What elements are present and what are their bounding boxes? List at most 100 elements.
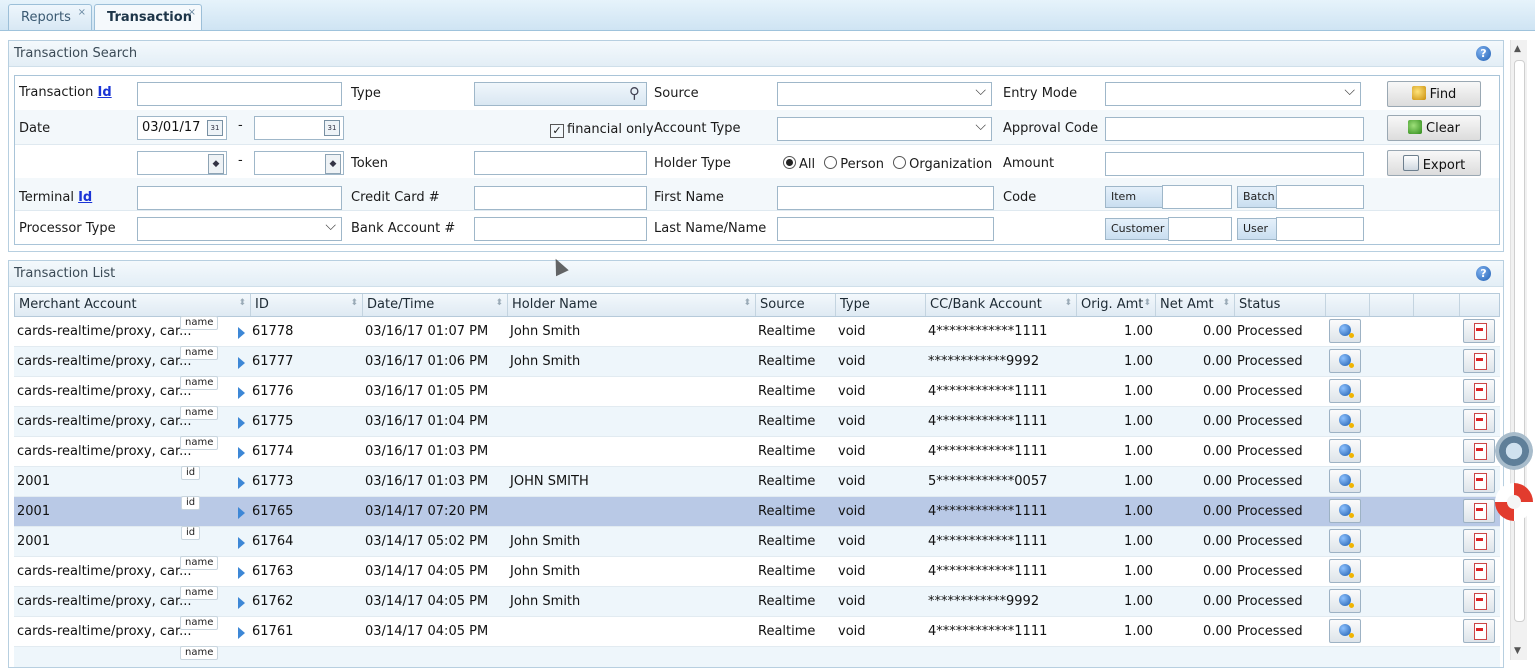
expand-row-icon[interactable]: [238, 567, 245, 579]
expand-row-icon[interactable]: [238, 417, 245, 429]
id-cell[interactable]: 61774: [252, 444, 293, 459]
expand-row-icon[interactable]: [238, 477, 245, 489]
tab-reports[interactable]: Reports ×: [8, 4, 92, 30]
table-row[interactable]: cards-realtime/proxy, car... 61763 03/14/1…: [14, 556, 1500, 587]
pdf-receipt-button[interactable]: [1463, 469, 1495, 493]
approval-code-input[interactable]: [1105, 117, 1364, 141]
source-select[interactable]: [777, 82, 992, 106]
account-type-select[interactable]: [777, 117, 992, 141]
holder-person-radio[interactable]: Person: [824, 156, 884, 172]
terminal-id-link[interactable]: Id: [78, 190, 92, 205]
holder-org-radio[interactable]: Organization: [893, 156, 992, 172]
table-row[interactable]: cards-realtime/proxy, car... 61777 03/16/1…: [14, 346, 1500, 377]
view-details-button[interactable]: [1329, 559, 1361, 583]
table-row[interactable]: 2001 61764 03/14/17 05:02 PM John Smith Real…: [14, 526, 1500, 557]
date-from-input[interactable]: 03/01/17 31: [137, 116, 227, 140]
table-row[interactable]: cards-realtime/proxy, car... 61762 03/14/1…: [14, 586, 1500, 617]
batch-button[interactable]: Batch: [1237, 186, 1277, 208]
expand-row-icon[interactable]: [238, 597, 245, 609]
first-name-input[interactable]: [777, 186, 994, 210]
col-net-amt[interactable]: Net Amt ⬍: [1156, 294, 1235, 316]
expand-row-icon[interactable]: [238, 537, 245, 549]
terminal-id-input[interactable]: [137, 186, 342, 210]
scroll-up-icon[interactable]: ▲: [1514, 44, 1521, 54]
col-holder-name[interactable]: Holder Name ⬍: [508, 294, 756, 316]
bank-account-input[interactable]: [474, 217, 647, 241]
export-button[interactable]: Export: [1387, 150, 1481, 176]
time-from-input[interactable]: ◆: [137, 151, 227, 175]
calendar-icon[interactable]: 31: [207, 120, 223, 136]
table-row[interactable]: 2001 61773 03/16/17 01:03 PM JOHN SMITH Real…: [14, 466, 1500, 497]
table-row[interactable]: cards-realtime/proxy, car... 61775 03/16/1…: [14, 406, 1500, 437]
id-cell[interactable]: 61761: [252, 624, 293, 639]
col-merchant-account[interactable]: Merchant Account ⬍: [15, 294, 251, 316]
view-details-button[interactable]: [1329, 499, 1361, 523]
id-cell[interactable]: 61776: [252, 384, 293, 399]
col-source[interactable]: Source: [756, 294, 836, 316]
view-details-button[interactable]: [1329, 439, 1361, 463]
entry-mode-select[interactable]: [1105, 82, 1361, 106]
col-account[interactable]: CC/Bank Account ⬍: [926, 294, 1077, 316]
item-input[interactable]: [1162, 185, 1232, 209]
type-picker[interactable]: ⚲: [474, 82, 647, 106]
spinner-icon[interactable]: ◆: [208, 154, 224, 174]
pdf-receipt-button[interactable]: [1463, 499, 1495, 523]
scrollbar-thumb[interactable]: [1514, 60, 1525, 622]
token-input[interactable]: [474, 151, 647, 175]
col-datetime[interactable]: Date/Time ⬍: [363, 294, 508, 316]
time-to-input[interactable]: ◆: [254, 151, 344, 175]
col-orig-amt[interactable]: Orig. Amt ⬍: [1077, 294, 1156, 316]
pdf-receipt-button[interactable]: [1463, 319, 1495, 343]
help-icon[interactable]: ?: [1476, 46, 1491, 61]
table-row[interactable]: 2001 61765 03/14/17 07:20 PM Realtime void 4*…: [14, 496, 1500, 527]
id-cell[interactable]: 61762: [252, 594, 293, 609]
user-button[interactable]: User: [1237, 218, 1277, 240]
calendar-icon[interactable]: 31: [324, 120, 340, 136]
customer-input[interactable]: [1168, 217, 1232, 241]
col-id[interactable]: ID ⬍: [251, 294, 363, 316]
id-cell[interactable]: 61775: [252, 414, 293, 429]
clear-button[interactable]: Clear: [1387, 115, 1481, 141]
transaction-id-link[interactable]: Id: [98, 85, 112, 100]
col-status[interactable]: Status: [1235, 294, 1326, 316]
expand-row-icon[interactable]: [238, 507, 245, 519]
pdf-receipt-button[interactable]: [1463, 379, 1495, 403]
search-icon[interactable]: ⚲: [629, 84, 640, 102]
pdf-receipt-button[interactable]: [1463, 559, 1495, 583]
pdf-receipt-button[interactable]: [1463, 619, 1495, 643]
tab-transaction-close-icon[interactable]: ×: [188, 7, 196, 18]
amount-input[interactable]: [1105, 152, 1364, 176]
view-details-button[interactable]: [1329, 349, 1361, 373]
view-details-button[interactable]: [1329, 619, 1361, 643]
view-details-button[interactable]: [1329, 469, 1361, 493]
table-row[interactable]: cards-realtime/proxy, car... 61778 03/16/1…: [14, 316, 1500, 347]
financial-only-checkbox[interactable]: ✓ financial only: [550, 122, 654, 138]
table-row[interactable]: cards-realtime/proxy, car... 61761 03/14/1…: [14, 616, 1500, 647]
holder-all-radio[interactable]: All: [783, 156, 815, 172]
pdf-receipt-button[interactable]: [1463, 439, 1495, 463]
help-icon[interactable]: ?: [1476, 266, 1491, 281]
help-lifebuoy-icon[interactable]: [1495, 483, 1533, 521]
user-input[interactable]: [1276, 217, 1364, 241]
id-cell[interactable]: 61765: [252, 504, 293, 519]
id-cell[interactable]: 61773: [252, 474, 293, 489]
expand-row-icon[interactable]: [238, 357, 245, 369]
table-row[interactable]: cards-realtime/proxy, car... 61774 03/16/1…: [14, 436, 1500, 467]
view-details-button[interactable]: [1329, 379, 1361, 403]
customer-button[interactable]: Customer: [1105, 218, 1169, 240]
expand-row-icon[interactable]: [238, 447, 245, 459]
scroll-down-icon[interactable]: ▼: [1514, 646, 1521, 656]
date-to-input[interactable]: 31: [254, 116, 344, 140]
tab-transaction[interactable]: Transaction ×: [94, 4, 202, 30]
credit-card-input[interactable]: [474, 186, 647, 210]
pdf-receipt-button[interactable]: [1463, 409, 1495, 433]
pdf-receipt-button[interactable]: [1463, 589, 1495, 613]
transaction-id-input[interactable]: [137, 82, 342, 106]
table-row[interactable]: name: [14, 646, 1500, 667]
view-details-button[interactable]: [1329, 589, 1361, 613]
page-scrollbar[interactable]: ▲ ▼: [1510, 40, 1527, 660]
view-details-button[interactable]: [1329, 529, 1361, 553]
processor-type-select[interactable]: [137, 217, 342, 241]
view-details-button[interactable]: [1329, 409, 1361, 433]
pdf-receipt-button[interactable]: [1463, 349, 1495, 373]
